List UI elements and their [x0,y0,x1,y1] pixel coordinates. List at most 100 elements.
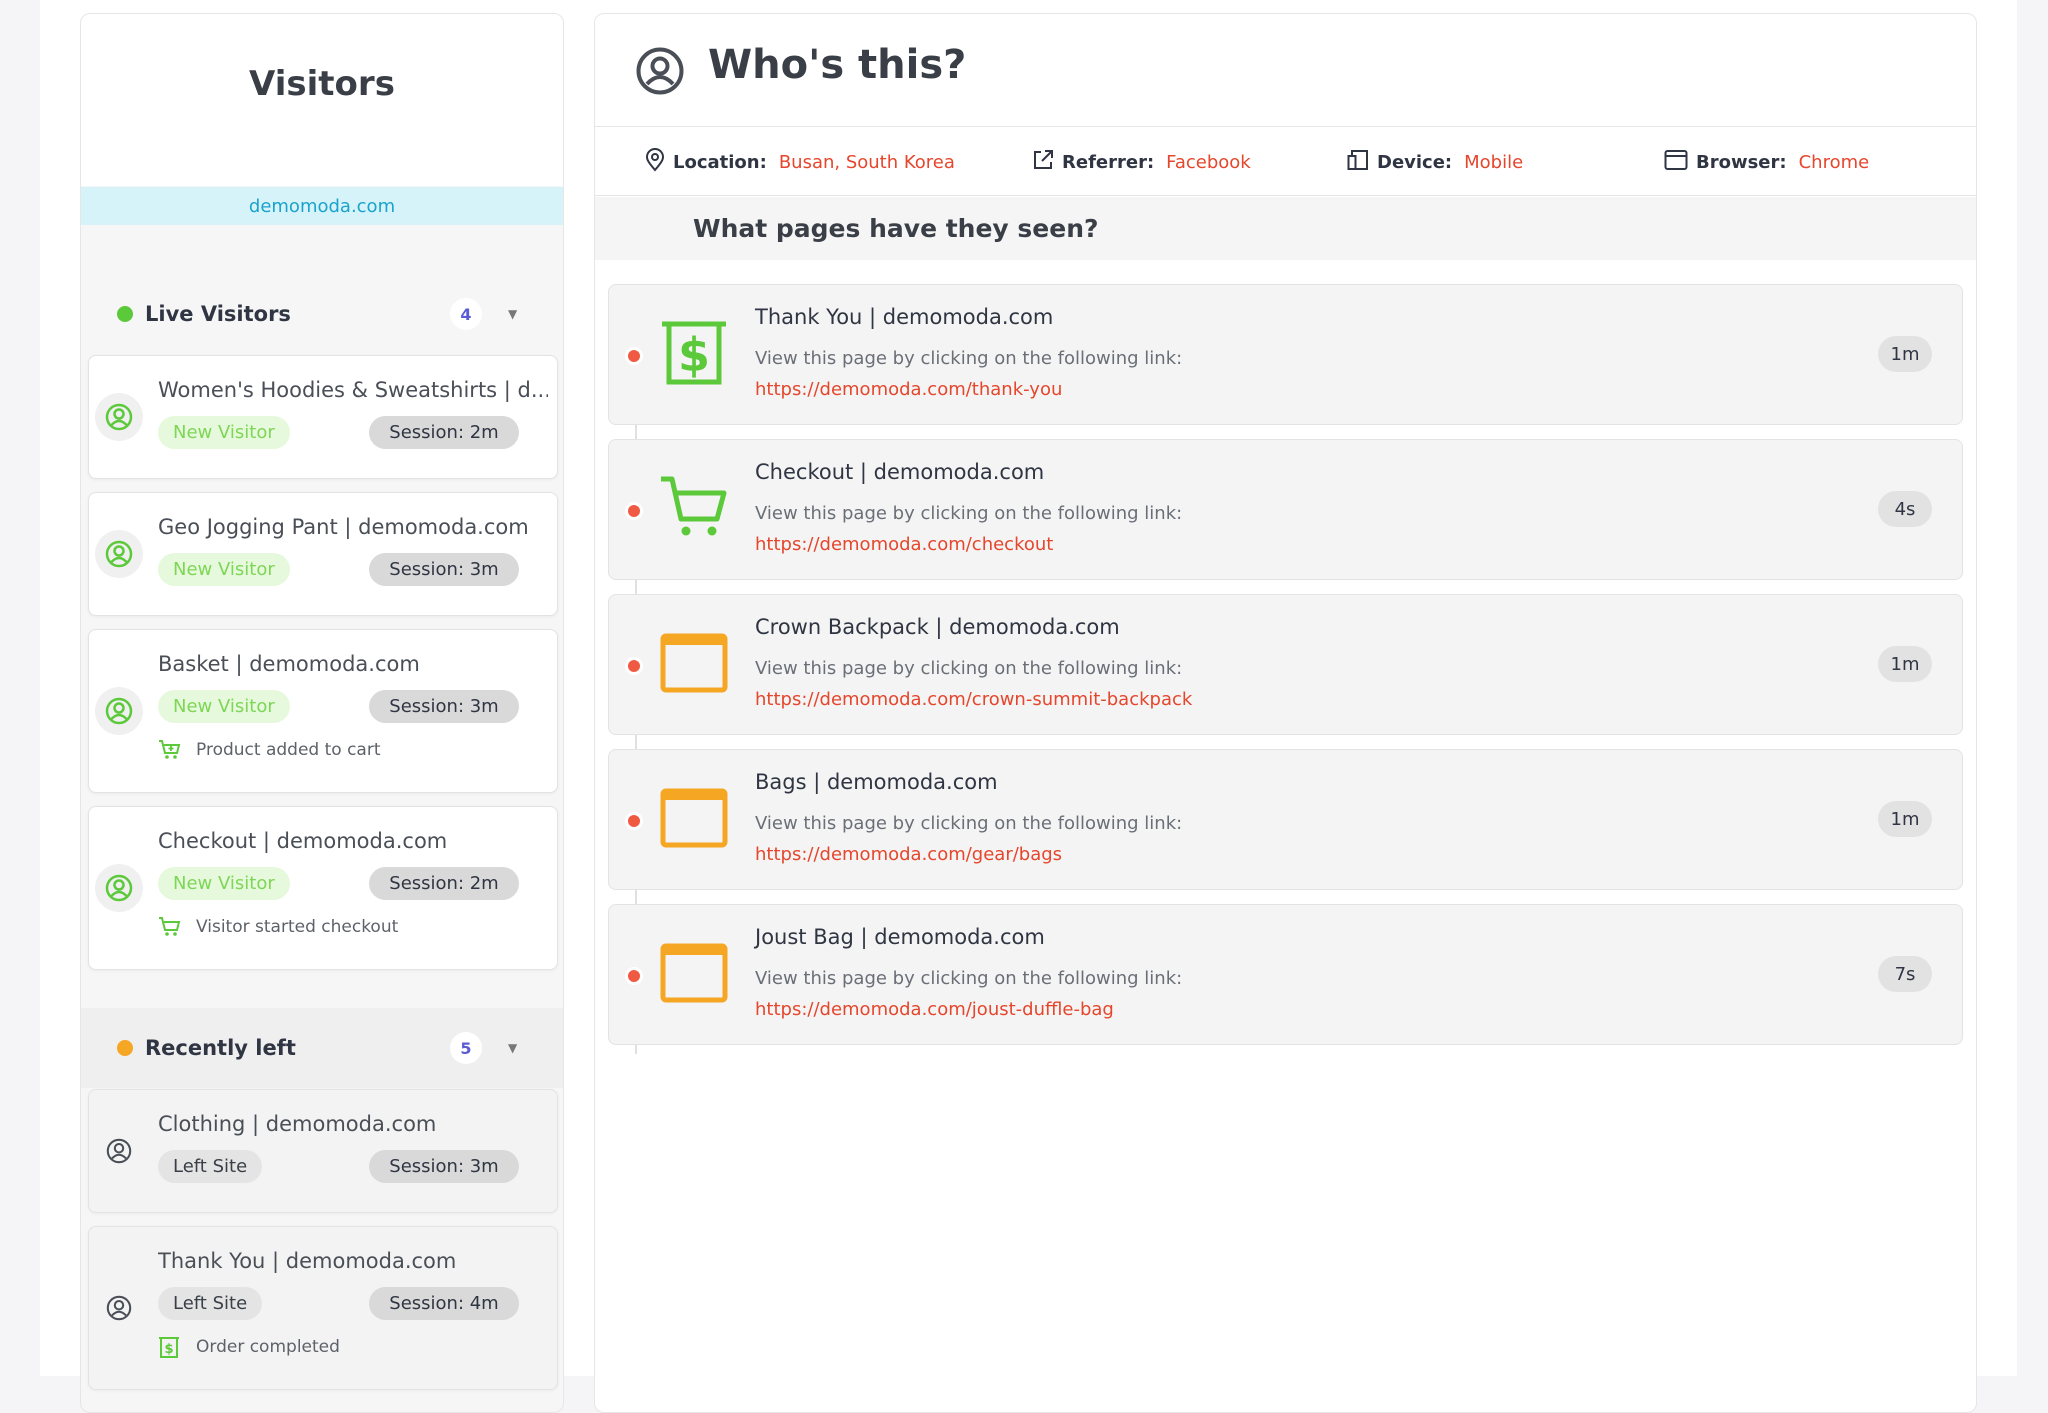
event-text: Visitor started checkout [196,917,399,937]
visitor-card[interactable]: Geo Jogging Pant | demomoda.com New Visi… [88,492,558,616]
user-circle-icon [95,687,143,735]
recently-left-label: Recently left [145,1036,296,1060]
live-visitors-header[interactable]: Live Visitors 4 ▼ [81,274,563,354]
session-badge: Session: 3m [369,690,519,723]
cart-icon [158,915,184,939]
page-link[interactable]: https://demomoda.com/joust-duffle-bag [755,999,1114,1020]
device-value: Mobile [1464,151,1524,173]
timeline-dot [625,502,643,520]
live-visitors-count: 4 [450,298,482,330]
page-title: Thank You | demomoda.com [755,305,1054,329]
visitor-info-row: Location: Busan, South Korea Referrer: F… [595,128,1976,196]
left-site-badge: Left Site [158,1150,263,1183]
location-value: Busan, South Korea [778,151,955,173]
visitors-panel: Visitors demomoda.com Live Visitors 4 ▼ … [80,13,564,1413]
visitor-page-title: Women's Hoodies & Sweatshirts | d... [158,378,548,402]
visitor-card[interactable]: Women's Hoodies & Sweatshirts | d... New… [88,355,558,479]
location-label: Location: [673,151,767,173]
visitor-page-title: Clothing | demomoda.com [158,1112,437,1136]
event-text: Order completed [196,1337,340,1357]
page-title: Checkout | demomoda.com [755,460,1045,484]
browser-window-icon [1664,149,1688,176]
visitor-page-title: Geo Jogging Pant | demomoda.com [158,515,529,539]
visitor-card[interactable]: Thank You | demomoda.com Left Site Sessi… [88,1226,558,1390]
page-description: View this page by clicking on the follow… [755,348,1183,369]
time-on-page-badge: 1m [1878,646,1932,682]
recent-status-dot [117,1040,133,1056]
time-on-page-badge: 1m [1878,801,1932,837]
recently-left-count: 5 [450,1032,482,1064]
session-badge: Session: 3m [369,553,519,586]
page-link[interactable]: https://demomoda.com/thank-you [755,379,1062,400]
user-circle-icon [95,530,143,578]
dollar-receipt-icon: $ [659,318,729,388]
chevron-down-icon[interactable]: ▼ [508,1041,517,1055]
session-badge: Session: 2m [369,416,519,449]
time-on-page-badge: 1m [1878,336,1932,372]
time-on-page-badge: 4s [1878,491,1932,527]
svg-text:$: $ [678,328,710,382]
device-icon [1347,149,1369,176]
page-link[interactable]: https://demomoda.com/checkout [755,534,1053,555]
svg-text:$: $ [164,1342,173,1357]
visitor-page-title: Thank You | demomoda.com [158,1249,457,1273]
visitor-event: $ Order completed [158,1335,340,1359]
page-description: View this page by clicking on the follow… [755,968,1183,989]
timeline-dot [625,347,643,365]
page-visit-card: $ Thank You | demomoda.com View this pag… [608,284,1963,425]
user-circle-icon [635,46,685,96]
time-on-page-badge: 7s [1878,956,1932,992]
page-title: Bags | demomoda.com [755,770,998,794]
detail-title: Who's this? [708,42,967,88]
recently-left-header[interactable]: Recently left 5 ▼ [81,1008,563,1088]
referrer-info: Referrer: Facebook [1032,128,1251,196]
chevron-down-icon[interactable]: ▼ [508,307,517,321]
visitor-page-title: Basket | demomoda.com [158,652,420,676]
page-visit-card: Crown Backpack | demomoda.com View this … [608,594,1963,735]
session-badge: Session: 2m [369,867,519,900]
new-visitor-badge: New Visitor [158,867,290,900]
left-site-badge: Left Site [158,1287,263,1320]
browser-window-icon [659,628,729,698]
event-text: Product added to cart [196,740,381,760]
timeline-dot [625,657,643,675]
timeline-dot [625,967,643,985]
page-title: Crown Backpack | demomoda.com [755,615,1120,639]
visitor-card[interactable]: Checkout | demomoda.com New Visitor Sess… [88,806,558,970]
user-circle-icon [95,393,143,441]
user-circle-icon [95,864,143,912]
visitors-title: Visitors [249,64,395,104]
browser-window-icon [659,783,729,853]
browser-value: Chrome [1798,151,1870,173]
page-description: View this page by clicking on the follow… [755,503,1183,524]
page-link[interactable]: https://demomoda.com/gear/bags [755,844,1062,865]
page-visit-card: Joust Bag | demomoda.com View this page … [608,904,1963,1045]
visitor-card[interactable]: Clothing | demomoda.com Left Site Sessio… [88,1089,558,1213]
visitor-page-title: Checkout | demomoda.com [158,829,448,853]
location-info: Location: Busan, South Korea [645,128,955,196]
page-description: View this page by clicking on the follow… [755,813,1183,834]
browser-label: Browser: [1696,151,1787,173]
session-badge: Session: 3m [369,1150,519,1183]
page-link[interactable]: https://demomoda.com/crown-summit-backpa… [755,689,1192,710]
cart-plus-icon [158,738,184,762]
timeline-dot [625,812,643,830]
user-circle-icon [95,1284,143,1332]
visitor-card[interactable]: Basket | demomoda.com New Visitor Sessio… [88,629,558,793]
page-title: Joust Bag | demomoda.com [755,925,1045,949]
browser-info: Browser: Chrome [1664,128,1869,196]
domain-selector[interactable]: demomoda.com [81,187,563,225]
cart-icon [659,473,729,543]
user-circle-icon [95,1127,143,1175]
dollar-receipt-icon: $ [158,1335,184,1359]
detail-header: Who's this? [595,14,1976,127]
live-status-dot [117,306,133,322]
page-visit-card: Checkout | demomoda.com View this page b… [608,439,1963,580]
live-visitors-label: Live Visitors [145,302,291,326]
device-info: Device: Mobile [1347,128,1523,196]
page-visit-card: Bags | demomoda.com View this page by cl… [608,749,1963,890]
pages-seen-heading: What pages have they seen? [595,197,1976,260]
session-badge: Session: 4m [369,1287,519,1320]
visitor-detail-panel: Who's this? Location: Busan, South Korea… [594,13,1977,1413]
visitors-header: Visitors [81,14,563,186]
